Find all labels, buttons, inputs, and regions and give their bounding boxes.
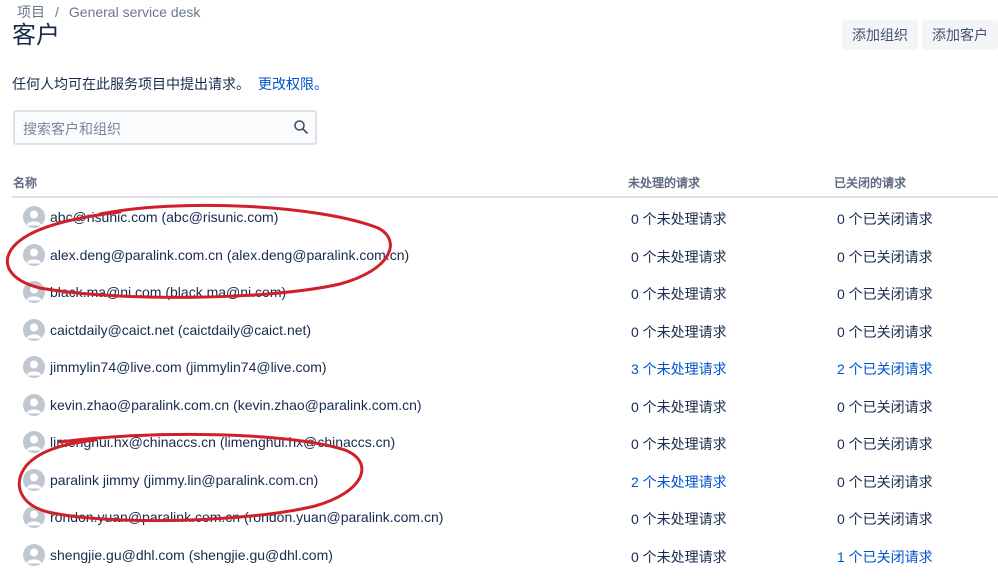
add-organization-button[interactable]: 添加组织 bbox=[842, 20, 918, 50]
customer-name[interactable]: shengjie.gu@dhl.com (shengjie.gu@dhl.com… bbox=[50, 547, 333, 563]
breadcrumb-separator: / bbox=[55, 4, 59, 20]
header-actions: 添加组织 添加客户 bbox=[842, 20, 998, 50]
user-icon bbox=[26, 435, 42, 451]
customer-name[interactable]: limenghui.hx@chinaccs.cn (limenghui.hx@c… bbox=[50, 434, 395, 450]
column-header-open-requests[interactable]: 未处理的请求 bbox=[628, 174, 700, 191]
closed-requests: 0 个已关闭请求 bbox=[837, 473, 933, 490]
page-title: 客户 bbox=[12, 22, 60, 49]
avatar bbox=[23, 393, 45, 416]
avatar bbox=[23, 318, 45, 341]
customer-name[interactable]: alex.deng@paralink.com.cn (alex.deng@par… bbox=[50, 247, 409, 263]
table-header: 名称 未处理的请求 已关闭的请求 bbox=[12, 168, 998, 198]
customer-name[interactable]: abc@risunic.com (abc@risunic.com) bbox=[50, 209, 278, 225]
column-header-closed-requests[interactable]: 已关闭的请求 bbox=[834, 174, 906, 191]
user-icon bbox=[26, 248, 42, 263]
closed-requests: 0 个已关闭请求 bbox=[837, 248, 933, 265]
table-row: limenghui.hx@chinaccs.cn (limenghui.hx@c… bbox=[12, 423, 998, 461]
closed-requests: 0 个已关闭请求 bbox=[837, 323, 933, 340]
breadcrumb-current[interactable]: General service desk bbox=[69, 4, 201, 20]
breadcrumb: 项目 / General service desk bbox=[17, 2, 200, 22]
avatar bbox=[23, 243, 45, 266]
change-permissions-link[interactable]: 更改权限。 bbox=[258, 76, 328, 92]
customer-name[interactable]: jimmylin74@live.com (jimmylin74@live.com… bbox=[50, 359, 327, 375]
user-icon bbox=[26, 285, 42, 301]
avatar bbox=[23, 431, 45, 453]
closed-requests: 0 个已关闭请求 bbox=[837, 398, 933, 415]
avatar bbox=[23, 356, 45, 378]
permissions-notice: 任何人均可在此服务项目中提出请求。 更改权限。 bbox=[12, 74, 328, 94]
breadcrumb-project[interactable]: 项目 bbox=[17, 4, 45, 20]
open-requests: 0 个未处理请求 bbox=[631, 398, 727, 415]
user-icon bbox=[26, 323, 42, 338]
table-row: shengjie.gu@dhl.com (shengjie.gu@dhl.com… bbox=[12, 536, 998, 574]
open-requests-link[interactable]: 2 个未处理请求 bbox=[631, 472, 727, 492]
closed-requests: 0 个已关闭请求 bbox=[837, 211, 933, 227]
table-row: jimmylin74@live.com (jimmylin74@live.com… bbox=[12, 348, 998, 386]
avatar bbox=[23, 281, 45, 303]
add-customer-button[interactable]: 添加客户 bbox=[922, 20, 998, 50]
customer-name[interactable]: black.ma@ni.com (black.ma@ni.com) bbox=[50, 284, 286, 300]
table-row: black.ma@ni.com (black.ma@ni.com) 0 个未处理… bbox=[12, 273, 998, 311]
open-requests: 0 个未处理请求 bbox=[631, 436, 727, 452]
table-row: paralink jimmy (jimmy.lin@paralink.com.c… bbox=[12, 461, 998, 499]
permissions-text: 任何人均可在此服务项目中提出请求。 bbox=[12, 76, 250, 92]
closed-requests-link[interactable]: 1 个已关闭请求 bbox=[837, 547, 933, 567]
avatar bbox=[23, 206, 45, 228]
search-icon[interactable] bbox=[293, 119, 309, 135]
table-row: caictdaily@caict.net (caictdaily@caict.n… bbox=[12, 311, 998, 349]
customers-page: 项目 / General service desk 客户 添加组织 添加客户 任何人… bbox=[0, 0, 998, 578]
user-icon bbox=[26, 210, 42, 226]
customer-name[interactable]: kevin.zhao@paralink.com.cn (kevin.zhao@p… bbox=[50, 397, 422, 413]
closed-requests-link[interactable]: 2 个已关闭请求 bbox=[837, 359, 933, 379]
open-requests: 0 个未处理请求 bbox=[631, 211, 727, 227]
search-input[interactable] bbox=[21, 112, 295, 145]
table-row: rondon.yuan@paralink.com.cn (rondon.yuan… bbox=[12, 498, 998, 536]
user-icon bbox=[26, 360, 42, 376]
column-header-name[interactable]: 名称 bbox=[13, 174, 37, 191]
open-requests: 0 个未处理请求 bbox=[631, 511, 727, 527]
closed-requests: 0 个已关闭请求 bbox=[837, 436, 933, 452]
search-box bbox=[13, 110, 317, 145]
customer-name[interactable]: caictdaily@caict.net (caictdaily@caict.n… bbox=[50, 322, 311, 338]
user-icon bbox=[26, 510, 42, 526]
open-requests: 0 个未处理请求 bbox=[631, 548, 727, 565]
user-icon bbox=[26, 398, 42, 413]
closed-requests: 0 个已关闭请求 bbox=[837, 511, 933, 527]
open-requests-link[interactable]: 3 个未处理请求 bbox=[631, 359, 727, 379]
closed-requests: 0 个已关闭请求 bbox=[837, 286, 933, 302]
open-requests: 0 个未处理请求 bbox=[631, 323, 727, 340]
customer-name[interactable]: paralink jimmy (jimmy.lin@paralink.com.c… bbox=[50, 472, 318, 488]
table-row: abc@risunic.com (abc@risunic.com) 0 个未处理… bbox=[12, 198, 998, 236]
user-icon bbox=[26, 548, 42, 563]
customer-name[interactable]: rondon.yuan@paralink.com.cn (rondon.yuan… bbox=[50, 509, 443, 525]
avatar bbox=[23, 543, 45, 566]
table-row: alex.deng@paralink.com.cn (alex.deng@par… bbox=[12, 236, 998, 274]
avatar bbox=[23, 506, 45, 528]
customer-list: abc@risunic.com (abc@risunic.com) 0 个未处理… bbox=[12, 198, 998, 573]
table-row: kevin.zhao@paralink.com.cn (kevin.zhao@p… bbox=[12, 386, 998, 424]
user-icon bbox=[26, 473, 42, 488]
open-requests: 0 个未处理请求 bbox=[631, 248, 727, 265]
avatar bbox=[23, 468, 45, 491]
open-requests: 0 个未处理请求 bbox=[631, 286, 727, 302]
